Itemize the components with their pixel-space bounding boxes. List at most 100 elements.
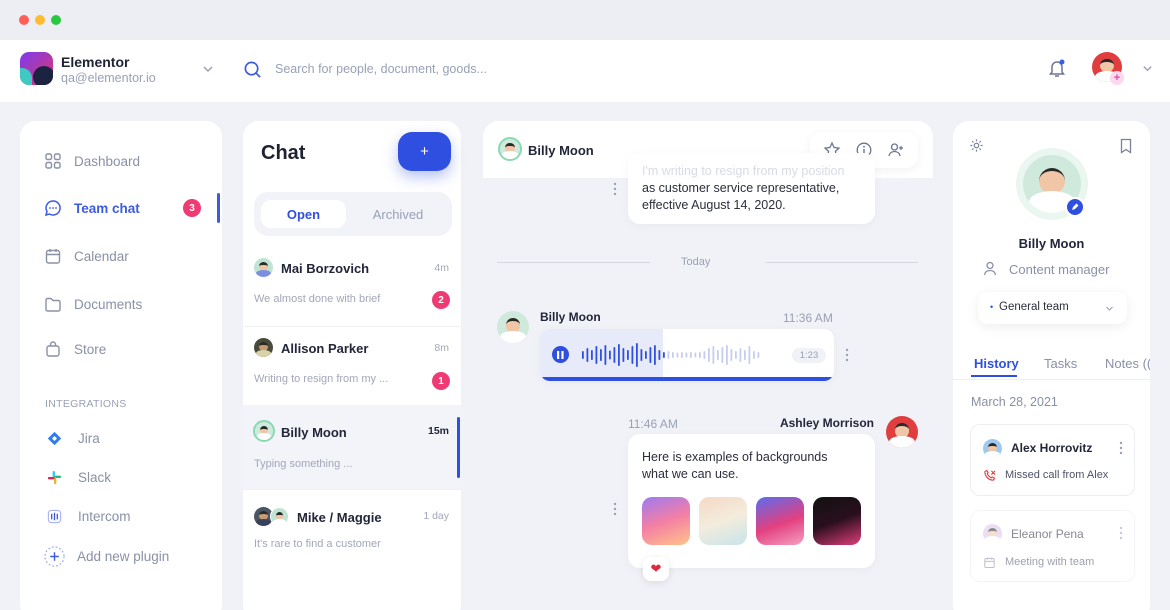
waveform-bar	[618, 344, 620, 366]
team-select-value: General team	[999, 301, 1069, 313]
add-account-icon[interactable]: +	[1110, 71, 1124, 85]
tab-history[interactable]: History	[974, 356, 1019, 371]
more-vertical-icon[interactable]	[844, 348, 850, 362]
profile-name: Billy Moon	[1018, 236, 1085, 251]
jira-icon	[47, 431, 62, 446]
tab-notes[interactable]: Notes ((	[1105, 356, 1150, 371]
more-vertical-icon[interactable]	[1118, 526, 1124, 540]
settings-gear-icon[interactable]	[969, 138, 984, 153]
background-example-2[interactable]	[699, 497, 747, 545]
avatar	[983, 524, 1002, 543]
chevron-down-icon[interactable]	[202, 63, 214, 75]
voice-message[interactable]: 1:23	[540, 329, 834, 381]
event-detail: Missed call from Alex	[1005, 469, 1109, 481]
team-bullet: •	[990, 302, 994, 312]
integration-label: Add new plugin	[77, 549, 170, 564]
integration-jira[interactable]: Jira	[47, 431, 100, 446]
sender-avatar	[886, 416, 918, 448]
waveform-bar	[600, 349, 602, 361]
waveform-bar	[681, 352, 683, 358]
chat-row-mike-maggie[interactable]: Mike / Maggie 1 day It's rare to find a …	[243, 492, 461, 572]
integration-slack[interactable]: Slack	[47, 470, 111, 485]
message-time: 1 day	[423, 510, 449, 522]
team-select[interactable]: • General team	[978, 292, 1127, 324]
waveform-bar	[591, 350, 593, 360]
sender-avatar	[497, 311, 529, 343]
message-time: 15m	[427, 425, 449, 437]
tab-archived[interactable]: Archived	[358, 207, 438, 222]
close-window-button[interactable]	[19, 15, 29, 25]
add-user-icon[interactable]	[887, 141, 905, 159]
unread-badge: 1	[432, 372, 450, 390]
voice-duration: 1:23	[792, 348, 826, 363]
contact-name: Mai Borzovich	[281, 261, 370, 276]
pause-icon[interactable]	[552, 346, 569, 363]
history-date: March 28, 2021	[971, 395, 1058, 409]
integration-label: Intercom	[78, 509, 131, 524]
bag-icon	[46, 341, 60, 357]
waveform-bar	[694, 352, 697, 358]
heart-reaction[interactable]: ❤	[643, 557, 669, 581]
event-detail: Meeting with team	[1005, 556, 1095, 568]
waveform-bar	[658, 350, 661, 360]
waveform-bar	[586, 348, 589, 362]
waveform-bar	[663, 352, 665, 358]
contact-name: Mike / Maggie	[297, 510, 382, 525]
contact-name: Billy Moon	[281, 425, 347, 440]
window-titlebar	[0, 0, 1170, 40]
sidebar-item-label: Calendar	[74, 248, 129, 264]
tab-tasks[interactable]: Tasks	[1044, 356, 1077, 371]
waveform-bar	[604, 345, 607, 365]
more-vertical-icon[interactable]	[612, 502, 618, 516]
sender-name: Ashley Morrison	[779, 416, 874, 430]
chat-row-mai[interactable]: Mai Borzovich 4m We almost done with bri…	[243, 247, 461, 327]
waveform-bar	[726, 345, 728, 365]
background-example-3[interactable]	[756, 497, 804, 545]
background-example-1[interactable]	[642, 497, 690, 545]
chat-row-billy-active[interactable]: Billy Moon 15m Typing something ...	[243, 405, 461, 490]
intercom-icon	[47, 509, 62, 524]
tab-open[interactable]: Open	[261, 200, 346, 228]
bookmark-icon[interactable]	[1119, 138, 1133, 154]
avatar	[254, 338, 273, 357]
search-icon[interactable]	[243, 60, 262, 79]
new-chat-button[interactable]: +	[398, 132, 451, 171]
message-text-faded: I'm writing to resign from my position	[642, 164, 845, 178]
pencil-icon	[1072, 203, 1079, 210]
message-preview: We almost done with brief	[254, 293, 381, 305]
chevron-down-icon[interactable]	[1142, 63, 1153, 74]
sidebar-item-calendar[interactable]: Calendar	[44, 247, 129, 265]
avatar	[253, 420, 275, 442]
sidebar-item-documents[interactable]: Documents	[44, 295, 142, 313]
active-indicator	[217, 193, 220, 223]
background-example-4[interactable]	[813, 497, 861, 545]
maximize-window-button[interactable]	[51, 15, 61, 25]
integrations-heading: INTEGRATIONS	[45, 398, 127, 410]
unread-count-badge: 3	[183, 199, 201, 217]
minimize-window-button[interactable]	[35, 15, 45, 25]
chat-row-allison[interactable]: Allison Parker 8m Writing to resign from…	[243, 327, 461, 407]
waveform-bar	[708, 348, 710, 362]
add-plugin-button[interactable]: Add new plugin	[44, 546, 169, 567]
integration-intercom[interactable]: Intercom	[47, 509, 131, 524]
bell-icon[interactable]	[1048, 59, 1066, 78]
waveform-bar	[636, 343, 638, 367]
unread-badge: 2	[432, 291, 450, 309]
more-vertical-icon[interactable]	[1118, 441, 1124, 455]
contact-avatar[interactable]	[498, 137, 522, 161]
waveform-bar	[735, 351, 737, 359]
contact-name[interactable]: Billy Moon	[528, 143, 594, 158]
edit-avatar-button[interactable]	[1065, 197, 1085, 217]
workspace-name[interactable]: Elementor	[61, 54, 129, 70]
sidebar-item-dashboard[interactable]: Dashboard	[44, 152, 140, 170]
history-event[interactable]: Eleanor Pena Meeting with team	[970, 510, 1135, 582]
event-name: Alex Horrovitz	[1011, 441, 1093, 455]
profile-role: Content manager	[1009, 262, 1110, 277]
sidebar-item-team-chat[interactable]: Team chat	[44, 199, 140, 217]
waveform[interactable]	[581, 341, 761, 369]
sidebar-item-store[interactable]: Store	[44, 340, 106, 358]
history-event[interactable]: Alex Horrovitz Missed call from Alex	[970, 424, 1135, 496]
more-vertical-icon[interactable]	[612, 182, 618, 196]
search-input[interactable]: Search for people, document, goods...	[275, 62, 575, 76]
tabs-divider	[953, 379, 1150, 380]
